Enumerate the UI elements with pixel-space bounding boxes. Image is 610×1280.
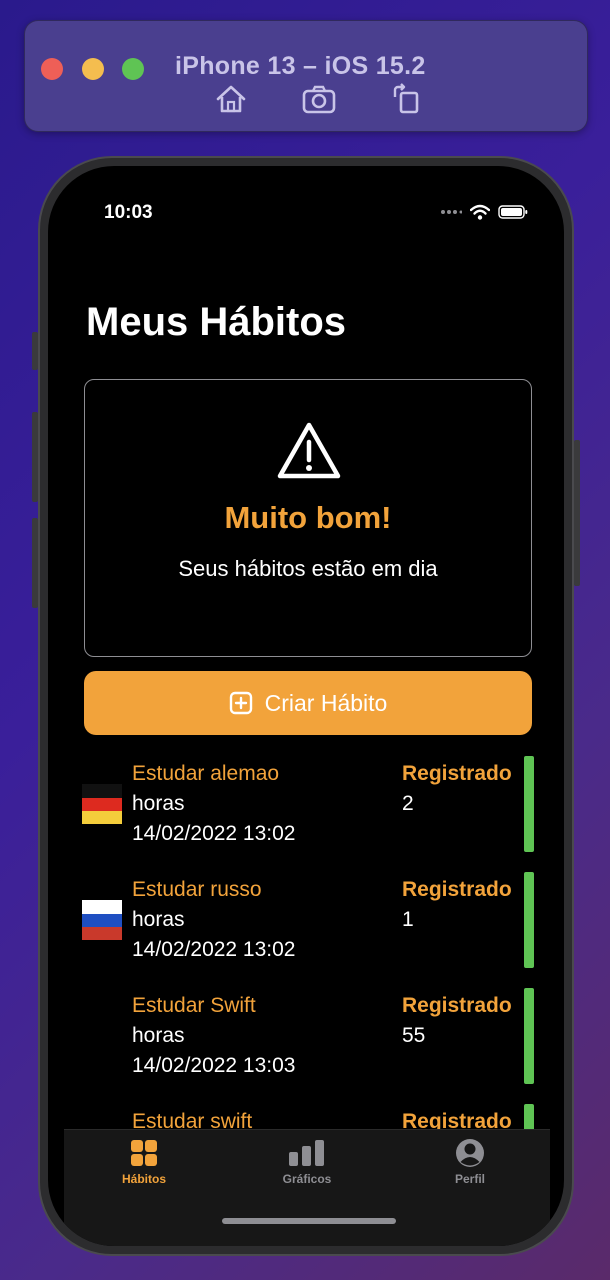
tab-habitos[interactable]: Hábitos — [84, 1138, 204, 1186]
close-window-button[interactable] — [41, 58, 63, 80]
habit-value: 55 — [402, 1024, 426, 1047]
habit-date: 14/02/2022 13:02 — [132, 938, 296, 961]
page-title: Meus Hábitos — [86, 300, 347, 344]
minimize-window-button[interactable] — [82, 58, 104, 80]
grid-icon — [131, 1140, 157, 1166]
habit-status: Registrado — [402, 878, 512, 901]
person-icon — [456, 1139, 484, 1167]
tab-label: Gráficos — [282, 1172, 332, 1186]
phone-frame: 10:03 Meus Hábitos Muito bom! Seus hábit… — [32, 156, 580, 1256]
chart-icon — [289, 1140, 324, 1166]
warning-icon — [277, 422, 341, 479]
habit-status-bar — [524, 756, 534, 852]
habit-date: 14/02/2022 13:02 — [132, 822, 296, 845]
habit-unit: horas — [132, 1024, 185, 1047]
habit-date: 14/02/2022 13:03 — [132, 1054, 296, 1077]
habit-unit: horas — [132, 908, 185, 931]
status-icons — [440, 204, 528, 220]
signal-icon — [441, 210, 462, 214]
create-habit-button[interactable]: Criar Hábito — [84, 671, 532, 735]
simulator-title: iPhone 13 – iOS 15.2 — [175, 52, 426, 80]
habit-unit: horas — [132, 792, 185, 815]
plus-square-icon — [229, 691, 252, 715]
tab-graficos[interactable]: Gráficos — [247, 1138, 367, 1186]
screenshot-icon[interactable] — [301, 83, 337, 115]
tab-bar: Hábitos Gráficos Perfil — [64, 1129, 550, 1246]
habit-value: 1 — [402, 908, 414, 931]
wifi-icon — [470, 204, 490, 220]
habit-status-bar — [524, 872, 534, 968]
habit-status: Registrado — [402, 994, 512, 1017]
habit-row[interactable]: Estudar Swift horas 14/02/2022 13:03 Reg… — [80, 988, 540, 1104]
tab-perfil[interactable]: Perfil — [410, 1138, 530, 1186]
silent-switch — [32, 332, 38, 370]
tab-label: Perfil — [454, 1172, 485, 1186]
habit-status: Registrado — [402, 762, 512, 785]
create-habit-label: Criar Hábito — [264, 689, 388, 716]
habit-name: Estudar Swift — [132, 994, 256, 1017]
volume-down-button — [32, 518, 38, 608]
tab-label: Hábitos — [121, 1172, 166, 1186]
russia-flag-icon — [82, 900, 122, 940]
habit-name: Estudar russo — [132, 878, 262, 901]
alert-title: Muito bom! — [224, 500, 392, 535]
alert-message: Seus hábitos estão em dia — [178, 556, 438, 581]
habit-row[interactable]: Estudar alemao horas 14/02/2022 13:02 Re… — [80, 756, 540, 872]
habit-name: Estudar alemao — [132, 762, 280, 785]
rotate-icon[interactable] — [389, 83, 425, 115]
zoom-window-button[interactable] — [122, 58, 144, 80]
status-time: 10:03 — [104, 202, 153, 223]
app-screen: 10:03 Meus Hábitos Muito bom! Seus hábit… — [48, 166, 564, 1246]
home-indicator[interactable] — [222, 1218, 396, 1224]
germany-flag-icon — [82, 784, 122, 824]
battery-icon — [498, 205, 528, 219]
volume-up-button — [32, 412, 38, 502]
habit-status-bar — [524, 988, 534, 1084]
home-icon[interactable] — [213, 83, 249, 115]
status-alert-card: Muito bom! Seus hábitos estão em dia — [84, 379, 532, 657]
simulator-toolbar: iPhone 13 – iOS 15.2 — [24, 20, 588, 132]
habit-value: 2 — [402, 792, 414, 815]
power-button — [574, 440, 580, 586]
habit-row[interactable]: Estudar russo horas 14/02/2022 13:02 Reg… — [80, 872, 540, 988]
